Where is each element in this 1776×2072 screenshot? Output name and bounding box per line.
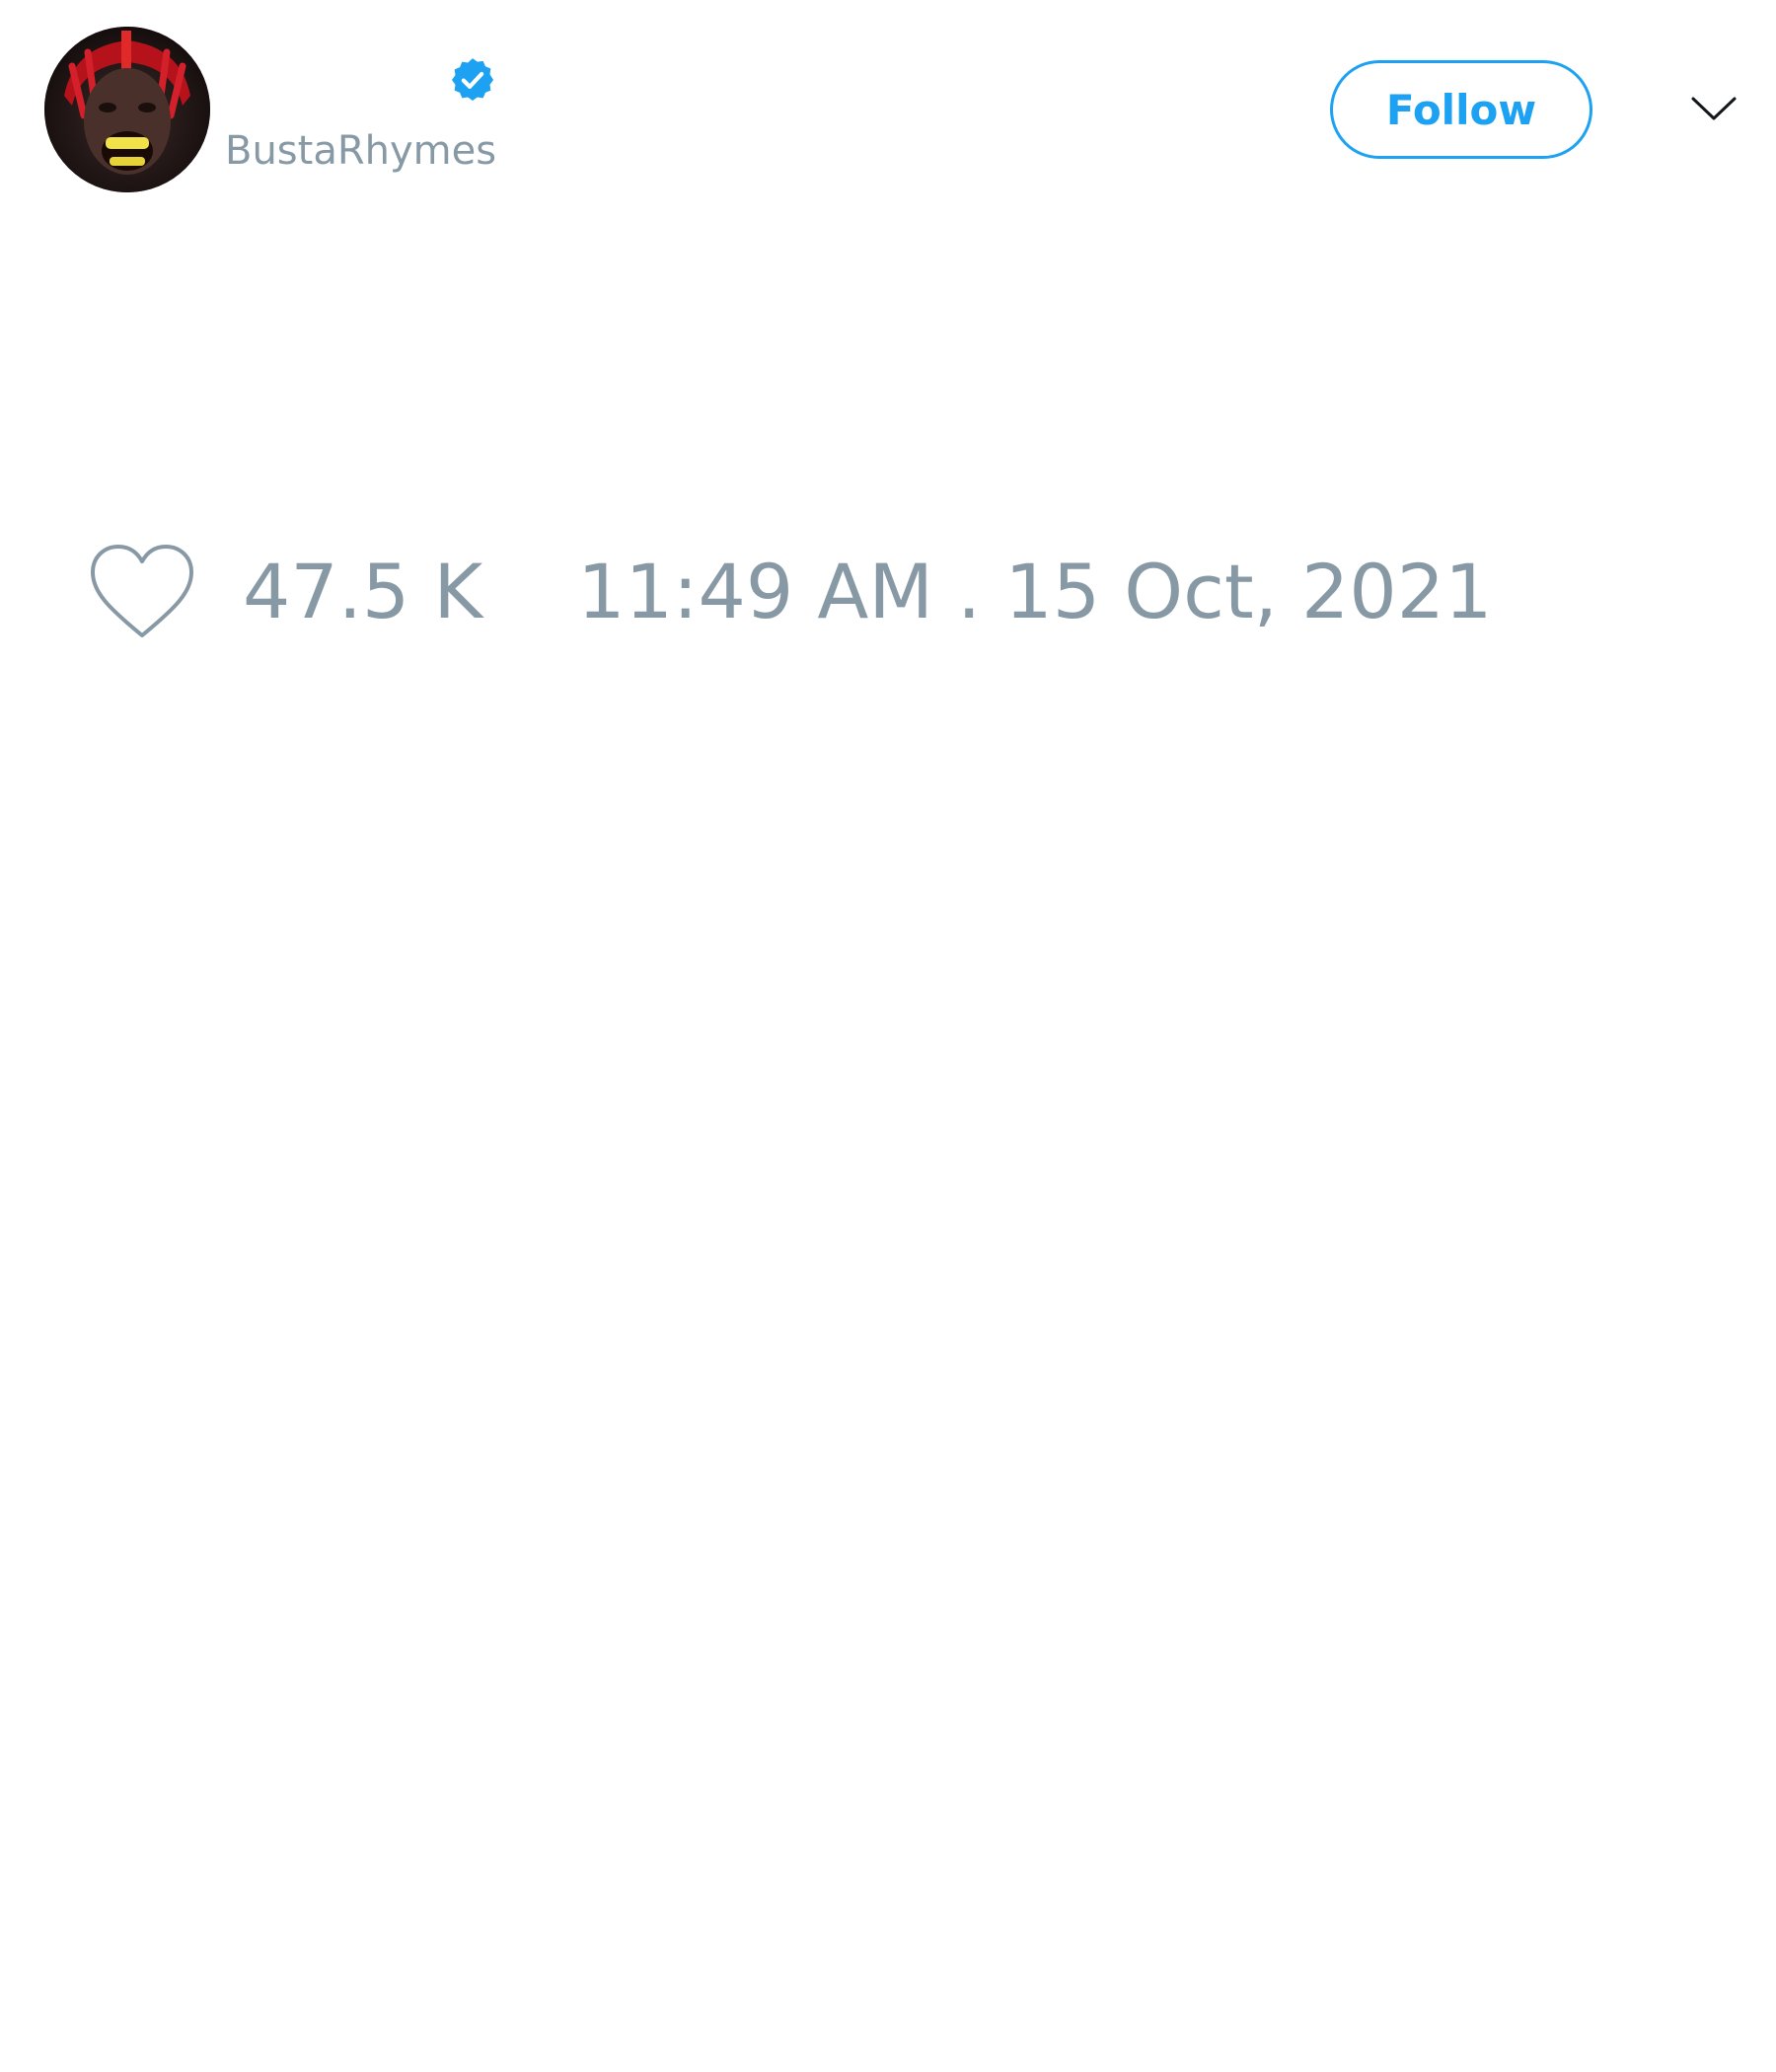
verified-badge-icon: [448, 55, 497, 105]
follow-button[interactable]: Follow: [1330, 60, 1592, 159]
heart-icon[interactable]: [89, 543, 195, 641]
handle[interactable]: BustaRhymes: [225, 126, 496, 176]
avatar[interactable]: [44, 27, 210, 192]
chevron-down-icon[interactable]: [1689, 89, 1739, 128]
timestamp[interactable]: 11:49 AM . 15 Oct, 2021: [577, 538, 1492, 646]
tweet-footer: 47.5 K 11:49 AM . 15 Oct, 2021: [89, 538, 1492, 646]
like-count: 47.5 K: [243, 548, 483, 635]
tweet-card: BustaRhymes Follow 47.5 K 11:49 AM . 15 …: [0, 0, 1776, 2072]
avatar-image: [44, 27, 210, 192]
